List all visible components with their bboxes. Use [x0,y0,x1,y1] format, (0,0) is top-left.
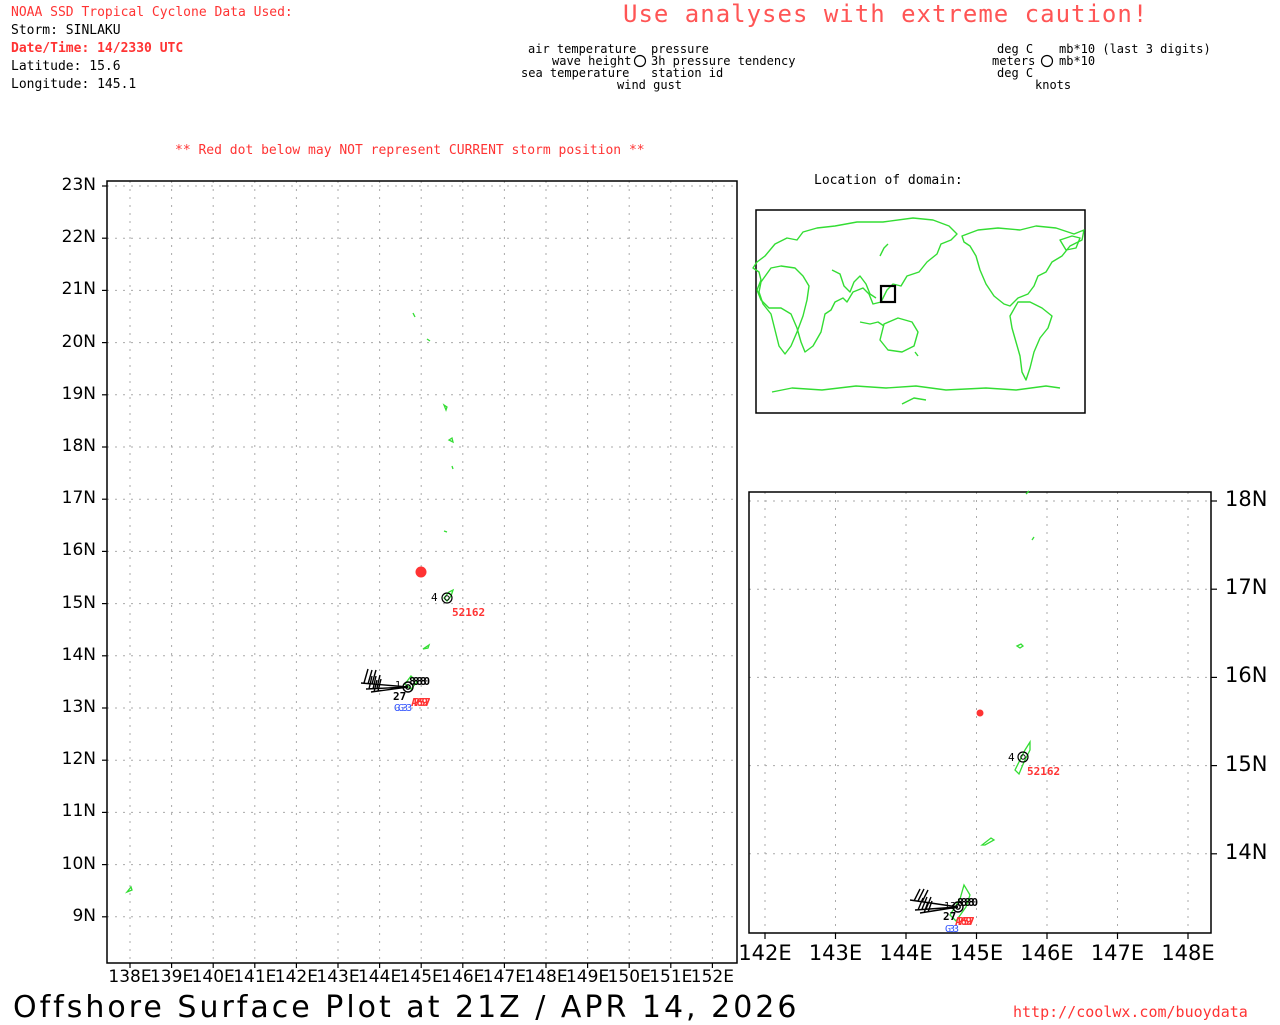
main-lat-label: 13N [61,697,96,717]
zoom-lon-label: 146E [1020,941,1074,965]
main-lon-label: 146E [441,967,485,987]
main-lat-label: 14N [61,644,96,665]
main-lat-label: 9N [72,905,96,926]
main-lon-label: 139E [149,967,194,987]
buoy-zoom-id: 52162 [1027,765,1061,778]
main-lon-label: 143E [316,967,360,987]
guam-zoom-left-value: 13 [944,901,957,912]
zoom-lat-label: 15N [1225,751,1268,776]
main-lon-label: 148E [524,967,568,987]
zoom-lon-label: 142E [738,941,792,965]
guam-zoom-pressure-cluster: 88880 [957,896,978,909]
buoy-main-value: 4 [431,591,438,604]
main-lat-label: 19N [61,383,96,404]
main-lat-label: 11N [61,801,96,822]
main-lon-label: 151E [649,967,693,987]
guam-main-left-value: 1 [395,680,402,691]
surface-plot-canvas [102,54,1217,968]
zoom-island-tinian [1015,643,1025,649]
zoom-island-farallon [1031,536,1035,541]
main-lon-label: 140E [191,967,235,987]
guam-main-gusts: GG33 [394,703,412,714]
island-farallon [412,312,416,318]
main-lon-label: 138E [108,967,152,987]
island-asuncion [442,403,448,412]
world-inset-frame [755,209,1086,414]
island-pagan [451,465,454,470]
legend-station-circle-icon [633,54,647,68]
island-rota [422,643,431,650]
main-lon-label: 142E [274,967,318,987]
storm-position-dot [415,566,427,578]
main-lon-label: 152E [690,967,734,987]
zoom-storm-position-dot [976,709,984,717]
zoom-lat-label: 18N [1225,487,1268,511]
buoy-zoom-value: 4 [1008,751,1015,764]
zoom-lon-label: 144E [879,941,933,965]
zoom-lon-label: 145E [949,941,1004,965]
island-anatahan [443,530,448,533]
main-lat-label: 12N [61,749,96,770]
guam-main-temperature: 27 [393,690,407,703]
main-lon-label: 149E [565,967,610,987]
main-lon-label: 147E [482,967,526,987]
guam-main-pressure-cluster: 88880 [409,675,430,688]
zoom-lon-label: 148E [1161,941,1215,965]
guam-main-station-ids: AP6597 [411,696,431,709]
main-lat-label: 22N [61,227,96,248]
island-ulithi [124,885,133,894]
buoy-main-id: 52162 [452,606,486,619]
main-lat-label: 10N [61,853,96,874]
zoom-lon-label: 147E [1090,941,1145,965]
guam-zoom-station-ids: AP6597 [955,915,975,928]
zoom-lon-label: 143E [808,941,863,965]
zoom-map-grid [749,492,1217,939]
main-lon-label: 150E [607,967,651,987]
main-lat-label: 16N [61,540,96,561]
zoom-island-rota [980,837,996,846]
island-maug [426,338,431,342]
main-lat-label: 20N [61,331,96,352]
guam-station-main [360,668,414,693]
guam-zoom-gusts: G33 [945,924,959,935]
main-lon-label: 141E [233,967,277,987]
plot-title: Offshore Surface Plot at 21Z / APR 14, 2… [13,990,800,1025]
source-url-link[interactable]: http://coolwx.com/buoydata [1013,1003,1248,1021]
main-lat-label: 17N [61,488,96,509]
zoom-lat-label: 17N [1225,575,1268,600]
main-map-land [124,312,455,894]
island-agrihan [447,436,454,444]
zoom-lat-label: 14N [1225,839,1268,864]
main-lon-label: 144E [357,967,402,987]
main-lat-label: 21N [61,279,96,300]
guam-main-gust-code: G [394,703,400,714]
main-lat-label: 18N [61,436,96,456]
zoom-lat-label: 16N [1225,663,1268,688]
main-lat-label: 15N [61,592,96,613]
main-lon-label: 145E [399,967,443,987]
main-lat-label: 23N [61,175,96,195]
zoom-map-land [949,490,1035,923]
legend-units-circle-icon [1040,54,1054,68]
